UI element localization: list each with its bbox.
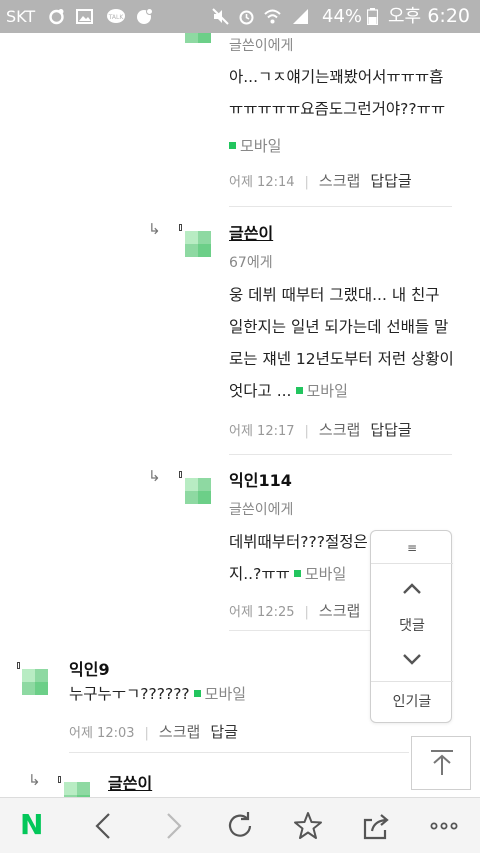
- status-bar: SKT TALK 44% 오후 6:20: [0, 0, 480, 33]
- battery-percent: 44%: [322, 6, 363, 27]
- comment-time: 어제 12:14: [229, 175, 295, 190]
- comment-line: 지..?ㅠㅠ 모바일: [229, 565, 347, 583]
- comment-meta: 어제 12:17 | 스크랩 답답글: [229, 421, 412, 439]
- comment-meta: 어제 12:03 | 스크랩 답글: [69, 723, 238, 741]
- scrap-button[interactable]: 스크랩: [319, 172, 360, 190]
- divider: [371, 681, 453, 682]
- comment-line: 웅 데뷔 때부터 그랬대... 내 친구: [229, 286, 440, 304]
- comment-line: 로는 쟤넨 12년도부터 저런 상황이: [229, 350, 454, 368]
- divider: [69, 752, 409, 753]
- avatar: [185, 478, 211, 504]
- back-icon[interactable]: [86, 808, 122, 844]
- mobile-dot-icon: [193, 690, 201, 697]
- ampm-label: 오후: [388, 6, 422, 27]
- forward-icon[interactable]: [155, 808, 191, 844]
- comment-body: 누구누ㅜㄱ?????? 모바일: [69, 678, 369, 710]
- comment-item: 글쓴이에게 아...ㄱㅈ얘기는꽤봤어서ㅠㅠㅠ흡 ㅠㅠㅠㅠㅠ요즘도그런거야??ㅠㅠ…: [0, 33, 480, 207]
- mobile-dot-icon: [229, 142, 236, 149]
- naver-logo: N: [20, 808, 44, 841]
- reply-target: 67에게: [229, 255, 273, 271]
- divider: [371, 563, 453, 564]
- scrap-button[interactable]: 스크랩: [319, 421, 360, 439]
- mute-icon: [212, 8, 229, 25]
- reply-arrow-icon: ↳: [148, 467, 161, 485]
- level-icon: [179, 224, 182, 231]
- reply-arrow-icon: ↳: [28, 771, 41, 789]
- comment-line: 아...ㄱㅈ얘기는꽤봤어서ㅠㅠㅠ흡: [229, 68, 444, 86]
- reply-target: 글쓴이에게: [229, 502, 294, 518]
- arrow-to-top-icon: [431, 750, 453, 775]
- comment-author[interactable]: 익인114: [229, 467, 292, 491]
- svg-text:TALK: TALK: [108, 14, 125, 21]
- reply-arrow-icon: ↳: [148, 220, 161, 238]
- scrap-button[interactable]: 스크랩: [319, 602, 360, 620]
- bookmark-star-icon[interactable]: [290, 808, 326, 844]
- comment-line: 엇다고 ... 모바일: [229, 382, 348, 400]
- refresh-icon[interactable]: [222, 808, 258, 844]
- avatar: [185, 231, 211, 257]
- menu-icon[interactable]: ≡: [371, 537, 453, 559]
- comment-meta: 어제 12:14 | 스크랩 답답글: [229, 172, 412, 190]
- comment-item: ↳ 글쓴이: [0, 766, 480, 797]
- mobile-dot-icon: [293, 570, 301, 577]
- level-icon: [17, 662, 20, 669]
- share-icon[interactable]: [358, 808, 394, 844]
- level-icon: [58, 776, 61, 783]
- scroll-to-top-button[interactable]: [411, 736, 471, 790]
- mobile-dot-icon: [295, 387, 303, 394]
- talk-icon: TALK: [107, 9, 125, 23]
- chevron-up-icon[interactable]: [401, 578, 423, 600]
- comment-time: 어제 12:25: [229, 605, 295, 620]
- comment-meta: 어제 12:25 | 스크랩: [229, 602, 361, 620]
- more-options-icon[interactable]: [426, 808, 462, 844]
- comment-body: 데뷔때부터???절정은 지..?ㅠㅠ 모바일: [229, 526, 369, 590]
- comment-line: 데뷔때부터???절정은: [229, 533, 368, 551]
- reply-target: 글쓴이에게: [229, 38, 294, 54]
- comment-line: 누구누ㅜㄱ?????? 모바일: [69, 685, 247, 703]
- clock: 6:20: [427, 5, 470, 27]
- battery-icon: [367, 8, 378, 25]
- alarm-icon: [239, 10, 254, 25]
- avatar: [185, 33, 211, 43]
- reply-button[interactable]: 답답글: [370, 172, 411, 190]
- comment-item: ↳ 글쓴이 67에게 웅 데뷔 때부터 그랬대... 내 친구 일한지는 일년 …: [0, 213, 480, 463]
- signal-icon: [293, 9, 308, 24]
- floating-comment-nav: ≡ 댓글 인기글: [370, 530, 453, 723]
- comment-author[interactable]: 글쓴이: [108, 770, 152, 794]
- comment-time: 어제 12:17: [229, 424, 295, 439]
- gallery-icon: [76, 9, 93, 24]
- naver-home-button[interactable]: N: [16, 808, 52, 844]
- popular-posts-button[interactable]: 인기글: [371, 691, 453, 711]
- notification-app-icon: [49, 9, 64, 25]
- comment-body: 웅 데뷔 때부터 그랬대... 내 친구 일한지는 일년 되가는데 선배들 말 …: [229, 279, 474, 407]
- level-icon: [179, 471, 182, 478]
- messenger-icon: [137, 8, 153, 24]
- comment-body: 아...ㄱㅈ얘기는꽤봤어서ㅠㅠㅠ흡 ㅠㅠㅠㅠㅠ요즘도그런거야??ㅠㅠ: [229, 61, 474, 125]
- divider: [229, 206, 452, 207]
- scrap-button[interactable]: 스크랩: [159, 723, 200, 741]
- comment-line: ㅠㅠㅠㅠㅠ요즘도그런거야??ㅠㅠ: [229, 100, 446, 118]
- chevron-down-icon[interactable]: [401, 648, 423, 670]
- reply-button[interactable]: 답답글: [370, 421, 411, 439]
- comment-time: 어제 12:03: [69, 726, 135, 741]
- wifi-icon: [264, 9, 281, 24]
- comments-nav-label[interactable]: 댓글: [371, 615, 453, 635]
- browser-toolbar: N: [0, 797, 480, 853]
- mobile-badge: 모바일: [225, 135, 281, 156]
- comment-author[interactable]: 글쓴이: [229, 220, 273, 244]
- reply-button[interactable]: 답글: [210, 723, 238, 741]
- comment-line: 일한지는 일년 되가는데 선배들 말: [229, 318, 449, 336]
- avatar: [64, 782, 90, 797]
- comment-author[interactable]: 익인9: [69, 656, 110, 680]
- divider: [229, 454, 452, 455]
- avatar: [22, 669, 48, 695]
- carrier-label: SKT: [6, 7, 36, 26]
